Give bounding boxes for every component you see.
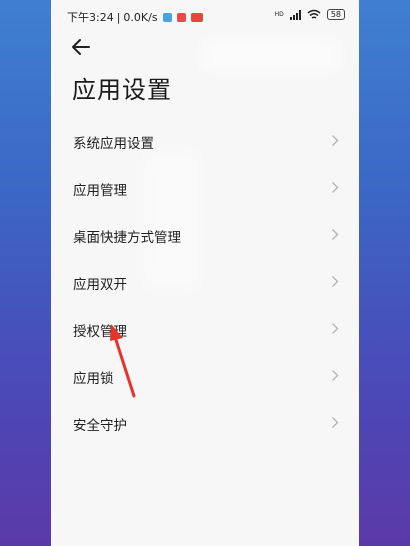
settings-screen: 下午3:24 | 0.0K/s HD 58 应用设置 系统应用设置 应用管理 桌… <box>51 0 359 546</box>
status-separator: | <box>116 10 121 24</box>
chevron-right-icon <box>332 276 339 287</box>
settings-item-label: 桌面快捷方式管理 <box>73 230 181 246</box>
settings-item-dual-apps[interactable]: 应用双开 <box>51 258 359 305</box>
settings-item-app-lock[interactable]: 应用锁 <box>51 352 359 399</box>
settings-item-system-app-settings[interactable]: 系统应用设置 <box>51 117 359 164</box>
settings-item-label: 应用管理 <box>73 183 127 199</box>
settings-list: 系统应用设置 应用管理 桌面快捷方式管理 应用双开 授权管理 应用锁 安全守护 <box>51 117 359 446</box>
status-left: 下午3:24 | 0.0K/s <box>67 9 203 25</box>
settings-item-label: 应用双开 <box>73 277 127 293</box>
status-time: 下午3:24 <box>67 11 114 24</box>
settings-item-permissions[interactable]: 授权管理 <box>51 305 359 352</box>
chevron-right-icon <box>332 417 339 428</box>
settings-item-label: 安全守护 <box>73 418 127 434</box>
notification-app-icon <box>162 12 172 22</box>
settings-item-label: 应用锁 <box>73 371 114 387</box>
cellular-signal-icon <box>289 9 301 20</box>
chevron-right-icon <box>332 229 339 240</box>
notification-app-icon <box>190 12 203 22</box>
blur-overlay <box>201 40 341 70</box>
page-title: 应用设置 <box>72 76 172 104</box>
status-right: HD 58 <box>275 9 345 20</box>
back-button[interactable] <box>69 36 93 58</box>
chevron-right-icon <box>332 370 339 381</box>
settings-item-desktop-shortcuts[interactable]: 桌面快捷方式管理 <box>51 211 359 258</box>
notification-app-icon <box>176 12 186 22</box>
settings-item-security-guard[interactable]: 安全守护 <box>51 399 359 446</box>
wifi-icon <box>307 9 321 19</box>
settings-item-app-management[interactable]: 应用管理 <box>51 164 359 211</box>
chevron-right-icon <box>332 135 339 146</box>
chevron-right-icon <box>332 323 339 334</box>
status-bar: 下午3:24 | 0.0K/s HD 58 <box>51 0 359 32</box>
chevron-right-icon <box>332 182 339 193</box>
battery-indicator: 58 <box>326 9 345 20</box>
status-network-speed: 0.0K/s <box>123 10 158 24</box>
settings-item-label: 系统应用设置 <box>73 136 154 152</box>
back-arrow-icon <box>72 39 90 55</box>
signal-label: HD <box>274 11 284 18</box>
settings-item-label: 授权管理 <box>73 324 127 340</box>
